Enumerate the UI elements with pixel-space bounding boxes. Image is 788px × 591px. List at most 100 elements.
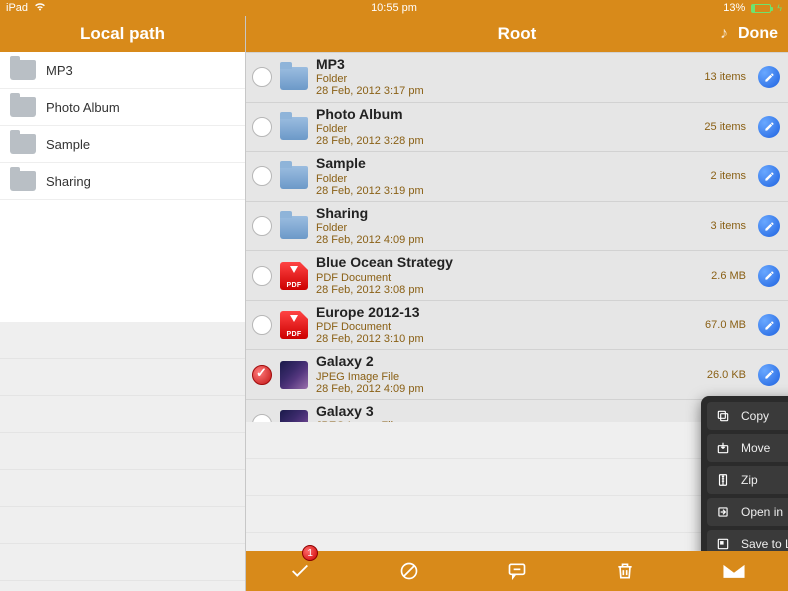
file-meta: Europe 2012-13PDF Document28 Feb, 2012 3… <box>316 305 697 346</box>
popover-item[interactable]: Move <box>707 434 788 462</box>
file-size: 2.6 MB <box>711 270 750 282</box>
file-size: 13 items <box>704 71 750 83</box>
file-row[interactable]: Photo AlbumFolder28 Feb, 2012 3:28 pm 25 … <box>246 103 788 153</box>
music-icon[interactable]: ♪ <box>720 25 728 43</box>
select-all-button[interactable]: 1 <box>276 551 324 591</box>
file-size: 2 items <box>711 170 750 182</box>
file-row[interactable]: MP3Folder28 Feb, 2012 3:17 pm 13 items <box>246 52 788 103</box>
copy-icon <box>715 408 731 424</box>
selection-badge: 1 <box>302 545 318 561</box>
file-row[interactable]: PDF Europe 2012-13PDF Document28 Feb, 201… <box>246 301 788 351</box>
done-button[interactable]: Done <box>738 25 778 43</box>
sidebar-list: MP3 Photo Album Sample Sharing <box>0 52 245 322</box>
file-row[interactable]: SharingFolder28 Feb, 2012 4:09 pm 3 items <box>246 202 788 252</box>
edit-button[interactable] <box>758 265 780 287</box>
file-row[interactable]: PDFBlue Ocean StrategyPDF Document28 Feb… <box>246 251 788 301</box>
folder-icon <box>280 166 308 189</box>
file-type: Folder <box>316 73 696 85</box>
folder-icon <box>10 134 36 154</box>
file-type: Folder <box>316 173 703 185</box>
deselect-button[interactable] <box>385 551 433 591</box>
edit-button[interactable] <box>758 314 780 336</box>
select-checkbox[interactable] <box>252 315 272 335</box>
file-meta: Photo AlbumFolder28 Feb, 2012 3:28 pm <box>316 107 696 148</box>
popover-label: Save to Library <box>741 537 788 551</box>
file-date: 28 Feb, 2012 3:17 pm <box>316 85 696 97</box>
file-name: Galaxy 2 <box>316 354 699 369</box>
file-meta: MP3Folder28 Feb, 2012 3:17 pm <box>316 57 696 98</box>
file-date: 28 Feb, 2012 3:19 pm <box>316 185 703 197</box>
folder-icon <box>10 97 36 117</box>
sidebar-item[interactable]: Photo Album <box>0 89 245 126</box>
file-name: Sample <box>316 156 703 171</box>
battery-pct: 13% <box>723 2 745 14</box>
zip-icon <box>715 472 731 488</box>
edit-button[interactable] <box>758 66 780 88</box>
delete-button[interactable] <box>601 551 649 591</box>
file-meta: Sample Folder28 Feb, 2012 3:19 pm <box>316 156 703 197</box>
sidebar-item-label: Sample <box>46 137 90 152</box>
sidebar-item[interactable]: Sample <box>0 126 245 163</box>
file-date: 28 Feb, 2012 3:10 pm <box>316 333 697 345</box>
sidebar-item[interactable]: MP3 <box>0 52 245 89</box>
file-name: Europe 2012-13 <box>316 305 697 320</box>
sidebar-item-label: Photo Album <box>46 100 120 115</box>
file-date: 28 Feb, 2012 3:28 pm <box>316 135 696 147</box>
file-type: Folder <box>316 222 703 234</box>
file-meta: SharingFolder28 Feb, 2012 4:09 pm <box>316 206 703 247</box>
folder-icon <box>280 216 308 239</box>
folder-icon <box>280 67 308 90</box>
popover-label: Move <box>741 441 770 455</box>
edit-button[interactable] <box>758 116 780 138</box>
select-checkbox[interactable] <box>252 117 272 137</box>
popover-item[interactable]: Open in <box>707 498 788 526</box>
file-date: 28 Feb, 2012 4:09 pm <box>316 383 699 395</box>
image-thumbnail <box>280 361 308 389</box>
file-name: Galaxy 3 <box>316 404 694 419</box>
edit-button[interactable] <box>758 215 780 237</box>
sidebar-title: Local path <box>80 24 165 44</box>
sidebar-item[interactable]: Sharing <box>0 163 245 200</box>
select-checkbox[interactable] <box>252 266 272 286</box>
sidebar-item-label: Sharing <box>46 174 91 189</box>
main-header: Root ♪ Done <box>246 16 788 52</box>
file-row[interactable]: Sample Folder28 Feb, 2012 3:19 pm 2 items <box>246 152 788 202</box>
action-popover: Copy Move Zip Open in Save to Library <box>701 396 788 564</box>
file-name: Sharing <box>316 206 703 221</box>
file-type: PDF Document <box>316 272 703 284</box>
edit-button[interactable] <box>758 165 780 187</box>
mail-button[interactable] <box>710 551 758 591</box>
folder-icon <box>10 171 36 191</box>
popover-label: Zip <box>741 473 758 487</box>
file-size: 3 items <box>711 220 750 232</box>
file-name: MP3 <box>316 57 696 72</box>
select-checkbox[interactable] <box>252 365 272 385</box>
file-type: PDF Document <box>316 321 697 333</box>
sidebar-item-label: MP3 <box>46 63 73 78</box>
folder-icon <box>280 117 308 140</box>
select-checkbox[interactable] <box>252 67 272 87</box>
clock: 10:55 pm <box>371 2 417 14</box>
sidebar-header: Local path <box>0 16 245 52</box>
save-icon <box>715 536 731 552</box>
comment-button[interactable] <box>493 551 541 591</box>
sidebar: Local path MP3 Photo Album Sample Sharing <box>0 16 246 591</box>
battery-icon <box>751 4 771 13</box>
file-meta: Blue Ocean StrategyPDF Document28 Feb, 2… <box>316 255 703 296</box>
open-in-icon <box>715 504 731 520</box>
file-date: 28 Feb, 2012 4:09 pm <box>316 234 703 246</box>
file-row[interactable]: Galaxy 2JPEG Image File28 Feb, 2012 4:09… <box>246 350 788 400</box>
select-checkbox[interactable] <box>252 216 272 236</box>
select-checkbox[interactable] <box>252 166 272 186</box>
device-label: iPad <box>6 2 28 14</box>
popover-item[interactable]: Copy <box>707 402 788 430</box>
file-size: 25 items <box>704 121 750 133</box>
pdf-icon: PDF <box>280 311 308 339</box>
folder-icon <box>10 60 36 80</box>
file-name: Photo Album <box>316 107 696 122</box>
edit-button[interactable] <box>758 364 780 386</box>
main-title: Root <box>498 24 537 44</box>
bottom-toolbar: 1 <box>246 551 788 591</box>
popover-item[interactable]: Zip <box>707 466 788 494</box>
file-type: Folder <box>316 123 696 135</box>
